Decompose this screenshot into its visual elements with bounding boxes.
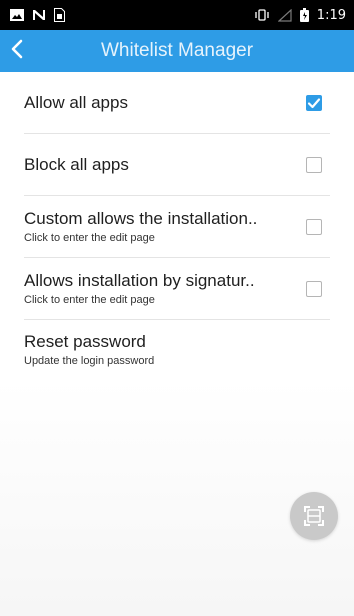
status-bar-left (10, 8, 65, 22)
settings-list: Allow all apps Block all apps Custom all… (24, 72, 330, 384)
back-button[interactable] (10, 30, 50, 72)
signature-installation-row[interactable]: Allows installation by signatur.. Click … (24, 258, 330, 320)
status-bar: 1:19 (0, 0, 354, 30)
status-time: 1:19 (316, 7, 346, 23)
signature-installation-subtitle: Click to enter the edit page (24, 294, 155, 306)
n-notification-icon (32, 9, 46, 21)
allow-all-apps-label: Allow all apps (24, 92, 128, 112)
reset-password-label: Reset password (24, 332, 146, 351)
sim-icon (54, 8, 65, 22)
image-notification-icon (10, 9, 24, 21)
signature-installation-label: Allows installation by signatur.. (24, 271, 255, 290)
chevron-left-icon (10, 39, 24, 64)
page-title: Whitelist Manager (100, 40, 254, 61)
custom-allow-installation-label: Custom allows the installation.. (24, 209, 258, 228)
custom-allow-installation-row[interactable]: Custom allows the installation.. Click t… (24, 196, 330, 258)
scan-frame-icon (304, 506, 324, 526)
scan-button[interactable] (290, 492, 338, 540)
status-bar-right: 1:19 (254, 8, 346, 23)
signal-icon (277, 8, 292, 22)
block-all-apps-row[interactable]: Block all apps (24, 134, 330, 196)
battery-icon (299, 8, 309, 22)
allow-all-apps-checkbox[interactable] (306, 94, 322, 111)
reset-password-row[interactable]: Reset password Update the login password (24, 320, 330, 384)
custom-allow-installation-checkbox[interactable] (306, 218, 322, 235)
reset-password-subtitle: Update the login password (24, 355, 155, 367)
vibrate-icon (254, 9, 270, 21)
block-all-apps-label: Block all apps (24, 154, 129, 174)
allow-all-apps-row[interactable]: Allow all apps (24, 72, 330, 134)
checkmark-icon (307, 97, 321, 108)
app-bar: Whitelist Manager (0, 30, 354, 72)
block-all-apps-checkbox[interactable] (306, 156, 322, 173)
signature-installation-checkbox[interactable] (306, 280, 322, 297)
custom-allow-installation-subtitle: Click to enter the edit page (24, 232, 155, 244)
